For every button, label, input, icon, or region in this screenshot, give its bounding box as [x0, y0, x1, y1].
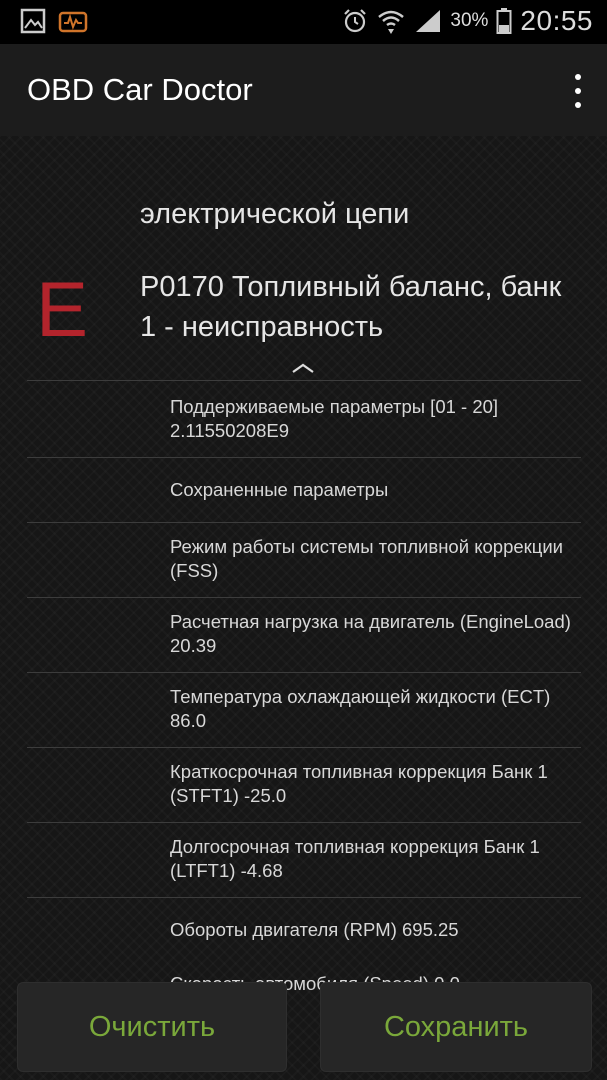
wifi-icon: [378, 10, 405, 34]
clock: 20:55: [520, 5, 593, 36]
param-item: Температура охлаждающей жидкости (ECT) 8…: [27, 672, 581, 747]
dtc-status-letter: E: [36, 265, 89, 353]
param-item: Обороты двигателя (RPM) 695.25: [27, 897, 581, 962]
clear-button[interactable]: Очистить: [17, 982, 287, 1072]
previous-dtc-text: электрической цепи: [140, 198, 410, 230]
param-item: Краткосрочная топливная коррекция Банк 1…: [27, 747, 581, 822]
app-title: OBD Car Doctor: [27, 72, 253, 107]
param-item: Поддерживаемые параметры [01 - 20] 2.115…: [27, 380, 581, 457]
param-item: Долгосрочная топливная коррекция Банк 1 …: [27, 822, 581, 897]
param-item: Расчетная нагрузка на двигатель (EngineL…: [27, 597, 581, 672]
overflow-menu-icon[interactable]: [571, 74, 585, 108]
save-button[interactable]: Сохранить: [320, 982, 592, 1072]
battery-icon: [496, 8, 512, 34]
param-item: Сохраненные параметры: [27, 457, 581, 522]
alarm-icon: [344, 9, 367, 33]
signal-icon: [416, 10, 441, 32]
collapse-caret-icon[interactable]: [291, 362, 315, 374]
dtc-detail-content[interactable]: электрической цепи E P0170 Топливный бал…: [0, 136, 607, 1080]
app-bar: OBD Car Doctor: [0, 44, 607, 136]
dtc-title: P0170 Топливный баланс, банк 1 - неиспра…: [140, 271, 562, 343]
battery-percent: 30%: [450, 10, 489, 31]
gallery-icon: [20, 8, 46, 34]
param-item: Режим работы системы топливной коррекции…: [27, 522, 581, 597]
obd-app-icon: [58, 11, 88, 33]
status-bar: 30% 20:55: [0, 0, 607, 44]
freeze-frame-param-list: Поддерживаемые параметры [01 - 20] 2.115…: [27, 380, 581, 1016]
